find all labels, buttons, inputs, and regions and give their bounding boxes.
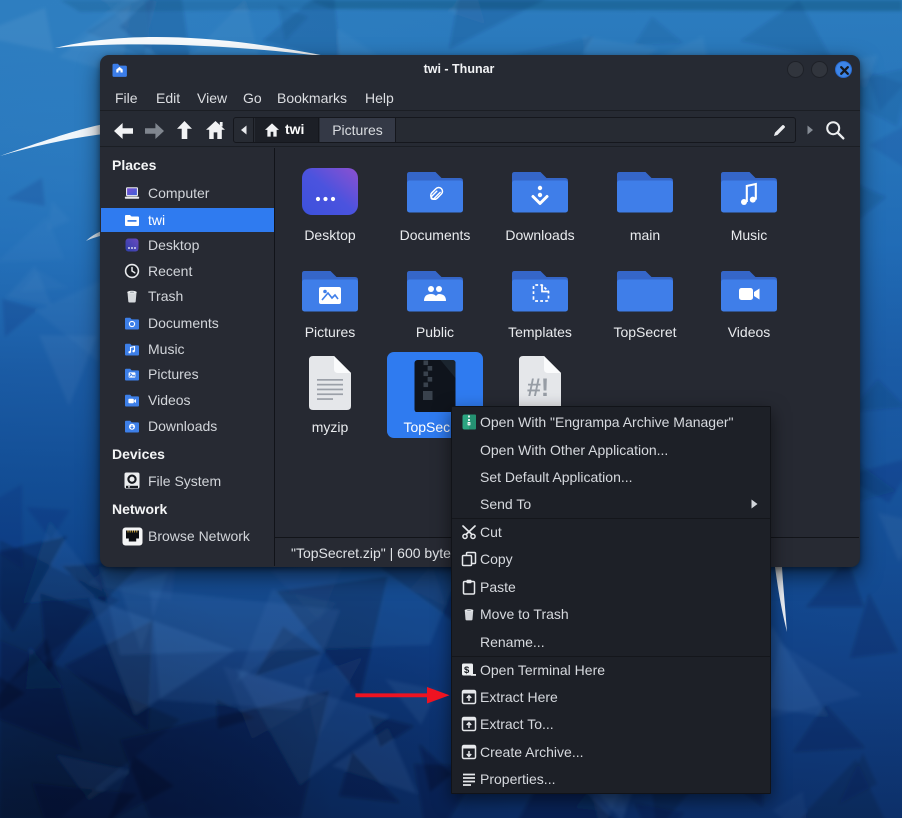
svg-text:$: $ (464, 665, 470, 676)
svg-text:#!: #! (527, 374, 549, 402)
